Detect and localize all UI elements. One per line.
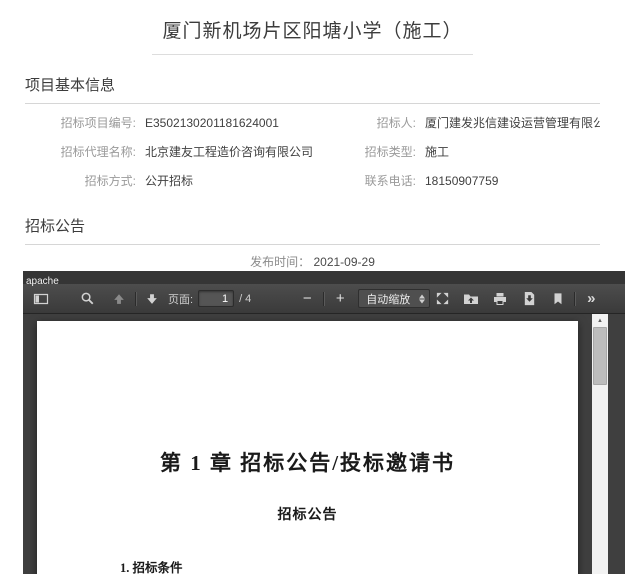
search-button[interactable] xyxy=(75,287,99,311)
page-title: 厦门新机场片区阳塘小学（施工） xyxy=(152,16,473,55)
previous-page-button[interactable] xyxy=(107,287,131,311)
page: 厦门新机场片区阳塘小学（施工） 项目基本信息 招标项目编号: E35021302… xyxy=(0,0,625,574)
bookmark-icon xyxy=(551,292,565,306)
pdf-content-area: 第 1 章 招标公告/投标邀请书 招标公告 1. 招标条件 本招标项目 厦门新机… xyxy=(23,314,625,574)
download-button[interactable] xyxy=(517,287,541,311)
field-value: 公开招标 xyxy=(145,174,194,188)
page-number-input[interactable] xyxy=(198,290,235,307)
title-area: 厦门新机场片区阳塘小学（施工） xyxy=(0,0,625,55)
scrollbar-thumb[interactable] xyxy=(593,327,607,385)
field-value: E3502130201181624001 xyxy=(145,116,279,130)
zoom-in-icon: + xyxy=(335,290,345,307)
basic-info-grid: 招标项目编号: E3502130201181624001 招标人: 厦门建发兆信… xyxy=(25,109,600,196)
search-icon xyxy=(80,291,95,306)
arrow-down-icon xyxy=(145,292,159,306)
open-file-icon xyxy=(463,291,479,307)
server-label: apache xyxy=(26,276,59,287)
field-value: 北京建友工程造价咨询有限公司 xyxy=(145,145,314,159)
print-icon xyxy=(492,291,508,307)
field-label: 招标类型: xyxy=(364,145,416,159)
toolbar-right-group: » xyxy=(430,287,621,311)
toolbar-divider xyxy=(135,291,136,306)
next-page-button[interactable] xyxy=(140,287,164,311)
doc-clause-heading: 1. 招标条件 xyxy=(120,561,183,574)
field-label: 招标人: xyxy=(376,116,416,130)
publish-line: 发布时间： 2021-09-29 xyxy=(0,253,625,269)
presentation-mode-icon xyxy=(435,291,450,306)
pdf-toolbar: 页面: / 4 − + 自动缩放 xyxy=(23,284,625,314)
toolbar-divider xyxy=(574,291,576,306)
more-tools-button[interactable]: » xyxy=(579,287,603,311)
field-label: 联系电话: xyxy=(364,174,416,188)
doc-subheading: 招标公告 xyxy=(277,508,338,523)
toolbar-divider xyxy=(323,291,325,306)
print-button[interactable] xyxy=(488,287,512,311)
zoom-out-button[interactable]: − xyxy=(295,287,319,311)
more-tools-icon: » xyxy=(587,290,596,307)
pdf-page: 第 1 章 招标公告/投标邀请书 招标公告 1. 招标条件 本招标项目 厦门新机… xyxy=(37,321,578,574)
field-label: 招标方式: xyxy=(84,174,136,188)
server-strip: apache xyxy=(23,271,625,287)
field-label: 招标项目编号: xyxy=(60,116,136,130)
open-file-button[interactable] xyxy=(459,287,483,311)
section-header-announcement: 招标公告 xyxy=(25,215,600,245)
zoom-level-select[interactable]: 自动缩放 xyxy=(358,289,431,308)
pdf-viewer: apache 页面: 1 / 4 − + 自动缩放 » 第 1 章 招标公告/投… xyxy=(23,271,625,574)
section-header-basic-info: 项目基本信息 xyxy=(25,74,600,104)
presentation-mode-button[interactable] xyxy=(430,287,454,311)
zoom-out-icon: − xyxy=(302,290,312,307)
download-icon xyxy=(522,291,537,306)
field-value: 18150907759 xyxy=(425,174,499,188)
bookmark-button[interactable] xyxy=(546,287,570,311)
zoom-in-button[interactable]: + xyxy=(328,287,352,311)
document-body: 第 1 章 招标公告/投标邀请书 招标公告 1. 招标条件 本招标项目 厦门新机… xyxy=(37,321,578,574)
field-value: 施工 xyxy=(425,145,450,159)
arrow-up-icon xyxy=(112,292,126,306)
page-label: 页面: xyxy=(168,293,194,306)
doc-chapter-heading: 第 1 章 招标公告/投标邀请书 xyxy=(159,451,456,475)
page-total: / 4 xyxy=(239,292,252,305)
zoom-level-value: 自动缩放 xyxy=(366,293,411,306)
select-arrows-icon xyxy=(419,294,426,303)
sidebar-toggle-icon xyxy=(33,291,49,307)
publish-time-label: 发布时间： xyxy=(250,255,311,269)
field-value: 厦门建发兆信建设运营管理有限公司 xyxy=(425,116,600,130)
publish-time-value: 2021-09-29 xyxy=(313,255,375,269)
scroll-up-icon[interactable]: ▲ xyxy=(592,314,608,327)
field-label: 招标代理名称: xyxy=(60,145,136,159)
sidebar-toggle-button[interactable] xyxy=(29,287,53,311)
scrollbar[interactable]: ▲ xyxy=(592,314,608,574)
